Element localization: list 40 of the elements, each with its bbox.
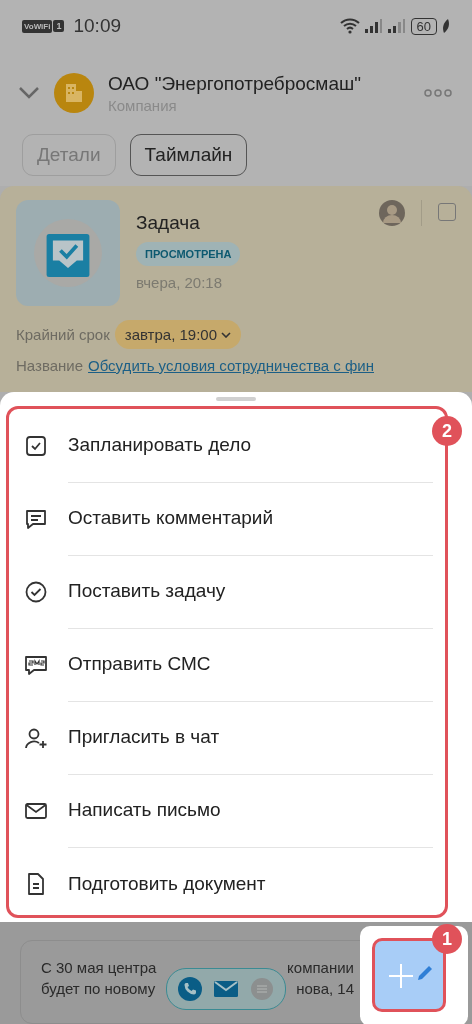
deadline-button[interactable]: завтра, 19:00 [114,320,242,349]
task-title: Задача [136,212,200,234]
signal-icon [364,19,383,33]
chevron-down-icon[interactable] [18,86,40,100]
drag-handle[interactable] [216,397,256,401]
wifi-icon [339,18,360,34]
task-icon [16,200,120,306]
building-icon [54,73,94,113]
menu-item[interactable]: Оставить комментарий [9,482,445,555]
wifi-calling-badge: VoWiFi [22,19,53,33]
more-icon[interactable] [424,89,452,97]
envelope-icon[interactable] [213,979,239,999]
name-label: Название [16,357,84,374]
avatar-icon [379,200,405,226]
caret-icon [221,331,232,338]
battery-indicator: 60 [410,17,437,35]
menu-item[interactable]: Подготовить документ [9,847,445,915]
checkbox-icon [24,433,48,458]
comment-text: нова, 14 [296,980,354,997]
step-badge: 2 [432,416,462,446]
sim-badge: 1 [53,20,65,32]
menu-item[interactable]: Пригласить в чат [9,701,445,774]
comment-text: С 30 мая центра [41,959,157,976]
signal-icon [387,19,406,33]
status-badge: ПРОСМОТРЕНА [136,242,241,266]
menu-item[interactable]: Отправить СМС [9,628,445,701]
comment-text: будет по новому [41,980,156,997]
comment-text: компании [287,959,354,976]
clock-time: 10:09 [73,15,121,37]
checkbox[interactable] [438,203,456,221]
menu-item[interactable]: Поставить задачу [9,555,445,628]
step-badge: 1 [432,924,462,954]
phone-icon[interactable] [178,977,202,1001]
leaf-icon [442,19,450,33]
check-circle-icon [24,579,48,604]
task-time: вчера, 20:18 [136,274,222,291]
deadline-label: Крайний срок [16,326,110,343]
menu-item[interactable]: Написать письмо [9,774,445,847]
company-title: ОАО "Энергопотребросмаш" [108,72,362,95]
tab[interactable]: Таймлайн [129,134,248,176]
